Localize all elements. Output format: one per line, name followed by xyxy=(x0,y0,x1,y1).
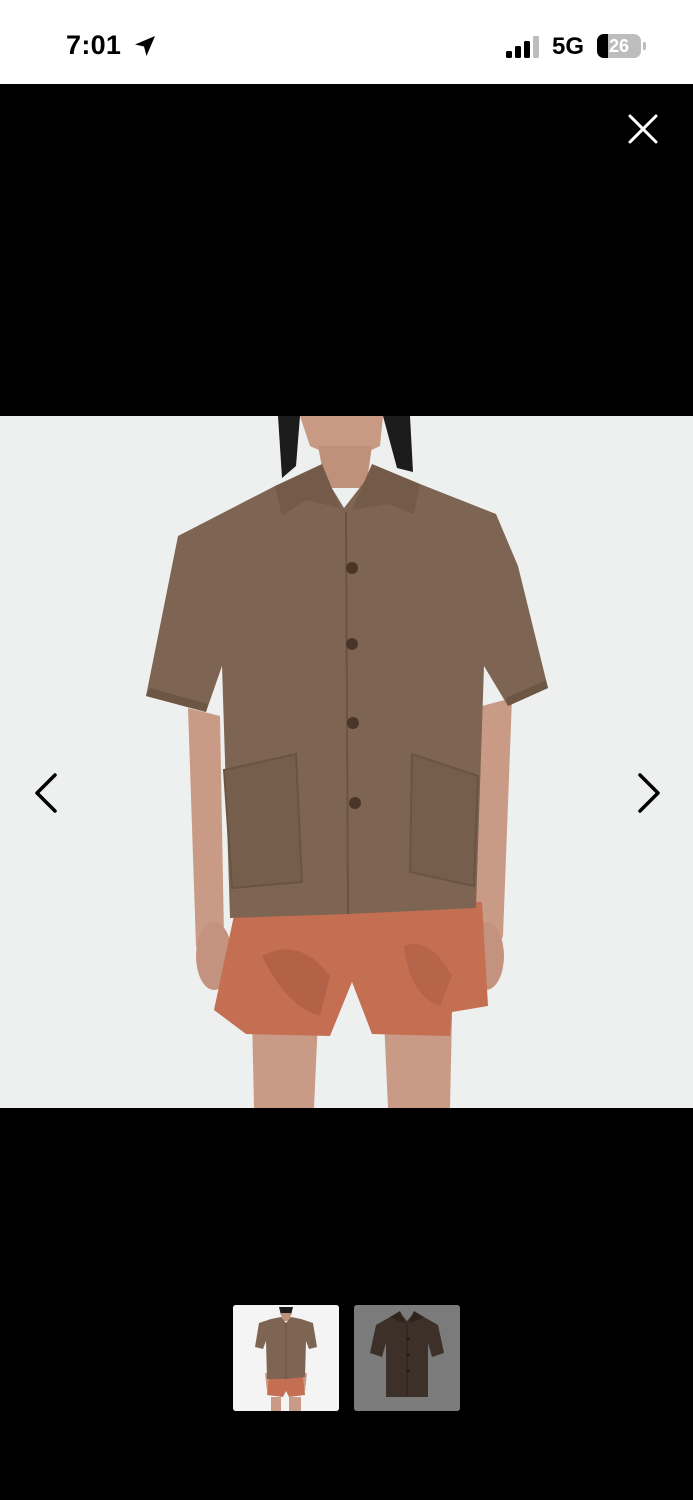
battery-icon: 26 xyxy=(597,34,647,58)
battery-level: 26 xyxy=(608,36,630,56)
battery-tip xyxy=(643,42,646,50)
thumbnail-2-image xyxy=(354,1305,460,1411)
thumbnail-1-image xyxy=(233,1305,339,1411)
network-type: 5G xyxy=(552,33,585,60)
cellular-signal-icon xyxy=(506,36,539,58)
location-arrow-icon xyxy=(135,36,155,56)
close-icon[interactable] xyxy=(622,108,664,150)
image-viewer xyxy=(0,84,693,1500)
status-bar: 7:01 5G 26 xyxy=(0,0,693,84)
product-image xyxy=(0,416,693,1108)
chevron-left-icon[interactable] xyxy=(31,771,61,815)
product-photo-illustration xyxy=(0,416,693,1108)
thumbnail-1[interactable] xyxy=(233,1305,339,1411)
thumbnail-strip xyxy=(233,1305,461,1411)
chevron-right-icon[interactable] xyxy=(634,771,664,815)
status-time: 7:01 xyxy=(66,30,122,60)
thumbnail-2[interactable] xyxy=(354,1305,460,1411)
